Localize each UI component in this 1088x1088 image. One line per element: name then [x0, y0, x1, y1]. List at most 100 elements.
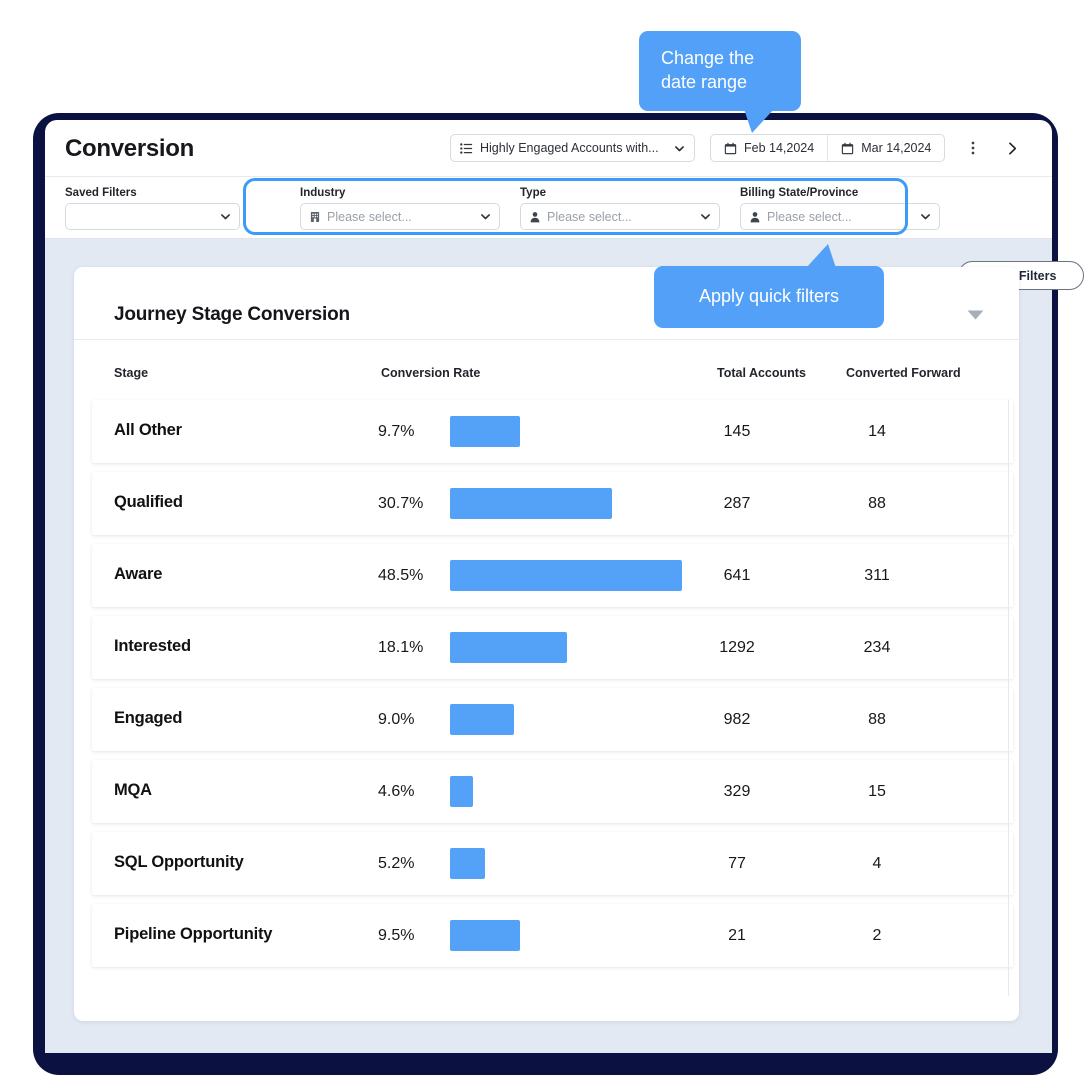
date-from-label: Feb 14,2024 [744, 141, 815, 155]
cell-converted-forward: 15 [868, 783, 886, 800]
industry-placeholder: Please select... [327, 209, 412, 224]
cell-stage: SQL Opportunity [114, 853, 244, 871]
journey-stage-conversion-card: Journey Stage Conversion Stage Conversio… [74, 267, 1019, 1021]
cell-total-accounts: 982 [723, 711, 751, 728]
column-header-converted-forward: Converted Forward [846, 366, 961, 380]
cell-total-accounts: 641 [723, 567, 751, 584]
calendar-icon [841, 142, 854, 155]
filter-billing-state: Billing State/Province Please select... [740, 187, 940, 230]
filter-industry-label: Industry [300, 187, 346, 199]
date-from-button[interactable]: Feb 14,2024 [711, 135, 827, 161]
more-vertical-icon[interactable] [963, 138, 983, 158]
conversion-rate-bar [450, 920, 520, 951]
filter-type: Type Please select... [520, 187, 720, 230]
cell-converted-forward: 2 [872, 927, 882, 944]
rows-scroll-divider[interactable] [1008, 400, 1009, 996]
callout-tail [744, 108, 774, 133]
table-body: All Other 9.7% 145 14 Qualified 30.7% 287 88 Awa… [74, 400, 1019, 967]
conversion-rate-bar-track [450, 416, 520, 447]
chevron-down-icon [480, 211, 491, 222]
cell-stage: Interested [114, 637, 191, 655]
industry-select[interactable]: Please select... [300, 203, 500, 230]
conversion-rate-bar [450, 704, 514, 735]
cell-conversion-rate: 5.2% [378, 855, 415, 872]
conversion-rate-bar-track [450, 920, 520, 951]
table-row[interactable]: Aware 48.5% 641 311 [92, 544, 1013, 607]
cell-conversion-rate: 4.6% [378, 783, 415, 800]
cell-total-accounts: 329 [723, 783, 751, 800]
filter-billing-state-label: Billing State/Province [740, 187, 859, 199]
conversion-rate-bar [450, 416, 520, 447]
conversion-rate-bar-track [450, 560, 682, 591]
table-row[interactable]: MQA 4.6% 329 15 [92, 760, 1013, 823]
chevron-right-icon[interactable] [1000, 136, 1024, 160]
app-header: Conversion Highly Engaged Accounts with.… [45, 120, 1052, 177]
conversion-rate-bar-track [450, 632, 567, 663]
building-icon [309, 211, 321, 223]
list-icon [460, 142, 473, 155]
callout-tail [806, 244, 836, 268]
cell-stage: Engaged [114, 709, 183, 727]
filter-bar: Saved Filters Industry Please select... … [45, 177, 1084, 290]
calendar-icon [724, 142, 737, 155]
cell-converted-forward: 14 [868, 423, 886, 440]
filter-saved: Saved Filters [65, 187, 240, 230]
conversion-rate-bar-track [450, 488, 612, 519]
card-title: Journey Stage Conversion [114, 304, 350, 325]
cell-stage: MQA [114, 781, 152, 799]
cell-converted-forward: 88 [868, 495, 886, 512]
billing-state-placeholder: Please select... [767, 209, 852, 224]
conversion-rate-bar [450, 776, 473, 807]
table-row[interactable]: Engaged 9.0% 982 88 [92, 688, 1013, 751]
person-icon [749, 211, 761, 223]
saved-filters-select[interactable] [65, 203, 240, 230]
page-title: Conversion [65, 135, 195, 162]
billing-state-select[interactable]: Please select... [740, 203, 940, 230]
cell-conversion-rate: 9.5% [378, 927, 415, 944]
callout-quick-filters-text: Apply quick filters [698, 286, 840, 306]
cell-total-accounts: 287 [723, 495, 751, 512]
segment-label: Highly Engaged Accounts with... [480, 141, 659, 155]
cell-conversion-rate: 18.1% [378, 639, 424, 656]
conversion-rate-bar [450, 848, 485, 879]
table-row[interactable]: Pipeline Opportunity 9.5% 21 2 [92, 904, 1013, 967]
cell-converted-forward: 4 [872, 855, 882, 872]
conversion-rate-bar [450, 560, 682, 591]
chevron-down-icon [674, 143, 685, 154]
screenshot-root: Conversion Highly Engaged Accounts with.… [0, 0, 1088, 1088]
table-row[interactable]: All Other 9.7% 145 14 [92, 400, 1013, 463]
cell-total-accounts: 21 [728, 927, 746, 944]
date-to-button[interactable]: Mar 14,2024 [827, 135, 944, 161]
cell-total-accounts: 77 [728, 855, 746, 872]
column-header-stage: Stage [114, 366, 149, 380]
segment-selector[interactable]: Highly Engaged Accounts with... [450, 134, 695, 162]
column-header-total-accounts: Total Accounts [717, 366, 806, 380]
conversion-rate-bar-track [450, 704, 514, 735]
filter-industry: Industry Please select... [300, 187, 500, 230]
cell-stage: Pipeline Opportunity [114, 925, 273, 943]
type-placeholder: Please select... [547, 209, 632, 224]
column-header-conversion-rate: Conversion Rate [381, 366, 481, 380]
chevron-down-icon [700, 211, 711, 222]
cell-conversion-rate: 9.7% [378, 423, 415, 440]
cell-conversion-rate: 48.5% [378, 567, 424, 584]
cell-conversion-rate: 30.7% [378, 495, 424, 512]
chevron-down-icon [920, 211, 931, 222]
cell-stage: Qualified [114, 493, 183, 511]
table-row[interactable]: Qualified 30.7% 287 88 [92, 472, 1013, 535]
conversion-rate-bar-track [450, 776, 473, 807]
type-select[interactable]: Please select... [520, 203, 720, 230]
table-row[interactable]: SQL Opportunity 5.2% 77 4 [92, 832, 1013, 895]
date-range-group: Feb 14,2024 Mar 14,2024 [710, 134, 946, 162]
person-icon [529, 211, 541, 223]
table-row[interactable]: Interested 18.1% 1292 234 [92, 616, 1013, 679]
caret-down-icon[interactable] [966, 309, 985, 321]
table-header-row: Stage Conversion Rate Total Accounts Con… [74, 340, 1019, 400]
cell-stage: Aware [114, 565, 163, 583]
filter-saved-label: Saved Filters [65, 187, 137, 199]
conversion-rate-bar-track [450, 848, 485, 879]
chevron-down-icon [220, 211, 231, 222]
conversion-rate-bar [450, 632, 567, 663]
callout-date-range-text: Change the date range [661, 48, 755, 92]
filter-type-label: Type [520, 187, 546, 199]
